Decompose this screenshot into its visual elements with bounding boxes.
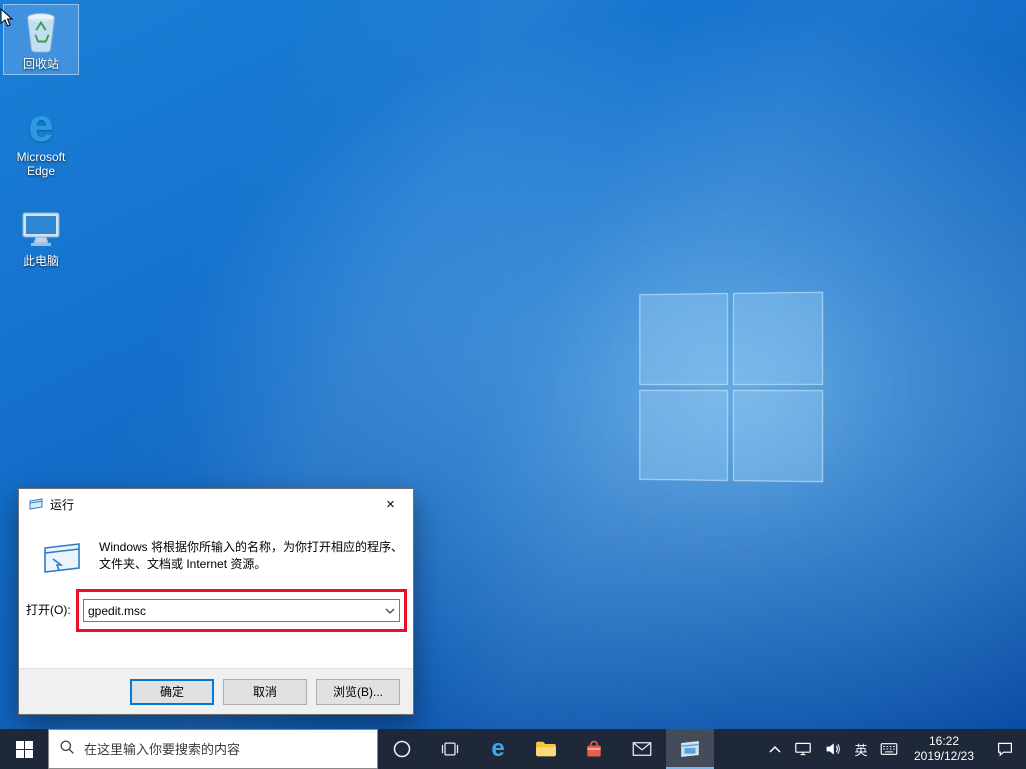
desktop-icon-label: 回收站: [6, 57, 76, 71]
windows-logo-icon: [16, 741, 33, 758]
search-icon: [59, 739, 75, 760]
desktop-icon-label: Microsoft Edge: [5, 150, 77, 178]
tray-overflow-button[interactable]: [762, 729, 788, 769]
action-center-button[interactable]: [984, 729, 1026, 769]
wallpaper-windows-logo: [639, 292, 823, 483]
task-view-button[interactable]: [426, 729, 474, 769]
task-view-icon: [440, 739, 460, 759]
mail-button[interactable]: [618, 729, 666, 769]
description-line2: 文件夹、文档或 Internet 资源。: [99, 556, 405, 573]
store-gift-bag-icon: [584, 739, 604, 759]
active-app-icon: [679, 739, 701, 759]
run-dialog-titlebar[interactable]: 运行 ×: [19, 489, 413, 519]
run-command-input[interactable]: [84, 600, 381, 621]
speaker-icon: [824, 741, 842, 757]
run-dialog-buttons: 确定 取消 浏览(B)...: [19, 668, 413, 714]
edge-icon: e: [5, 102, 77, 148]
close-icon[interactable]: ×: [368, 490, 413, 519]
taskbar-clock[interactable]: 16:22 2019/12/23: [904, 729, 984, 769]
logo-pane: [639, 293, 727, 384]
network-button[interactable]: [788, 729, 818, 769]
cancel-button[interactable]: 取消: [223, 679, 307, 705]
chevron-down-icon[interactable]: [381, 600, 399, 621]
browse-button[interactable]: 浏览(B)...: [316, 679, 400, 705]
desktop-icon-label: 此电脑: [5, 254, 77, 268]
folder-icon: [535, 740, 557, 758]
clock-time: 16:22: [929, 734, 959, 749]
run-dialog-title: 运行: [50, 496, 74, 513]
open-label: 打开(O):: [26, 599, 71, 622]
active-window-button[interactable]: [666, 729, 714, 769]
ime-indicator[interactable]: 英: [848, 729, 874, 769]
mail-icon: [632, 741, 652, 757]
taskbar-search-box[interactable]: [48, 729, 378, 769]
ok-button[interactable]: 确定: [130, 679, 214, 705]
microsoft-store-button[interactable]: [570, 729, 618, 769]
run-dialog-description: Windows 将根据你所输入的名称，为你打开相应的程序、 文件夹、文档或 In…: [99, 539, 405, 573]
keyboard-icon: [880, 742, 898, 756]
recycle-bin-icon: [6, 9, 76, 55]
start-button[interactable]: [0, 729, 48, 769]
logo-pane: [732, 292, 823, 385]
file-explorer-button[interactable]: [522, 729, 570, 769]
taskbar: e: [0, 729, 1026, 769]
touch-keyboard-button[interactable]: [874, 729, 904, 769]
this-pc-icon: [5, 206, 77, 252]
logo-pane: [639, 389, 727, 480]
run-dialog: 运行 × Windows 将根据你所输入的名称，为你打开相应的程序、 文件夹、文…: [18, 488, 414, 715]
network-icon: [794, 741, 812, 757]
edge-icon: e: [491, 737, 504, 761]
run-dialog-icon: [28, 496, 44, 512]
cortana-button[interactable]: [378, 729, 426, 769]
description-line1: Windows 将根据你所输入的名称，为你打开相应的程序、: [99, 539, 405, 556]
clock-date: 2019/12/23: [914, 749, 974, 764]
desktop-icon-this-pc[interactable]: 此电脑: [3, 202, 79, 271]
mouse-cursor-icon: [0, 8, 14, 33]
edge-taskbar-button[interactable]: e: [474, 729, 522, 769]
logo-pane: [732, 390, 823, 483]
cortana-icon: [392, 739, 412, 759]
run-command-combobox[interactable]: [83, 599, 400, 622]
chevron-up-icon: [768, 744, 782, 754]
search-input[interactable]: [84, 742, 367, 757]
action-center-icon: [996, 741, 1014, 757]
run-program-icon: [41, 541, 83, 580]
desktop-icon-microsoft-edge[interactable]: e Microsoft Edge: [3, 98, 79, 181]
system-tray: 英 16:22 2019/12/23: [762, 729, 1026, 769]
volume-button[interactable]: [818, 729, 848, 769]
screen: 回收站 e Microsoft Edge 此电脑 运行: [0, 0, 1026, 769]
desktop-icon-recycle-bin[interactable]: 回收站: [3, 4, 79, 75]
